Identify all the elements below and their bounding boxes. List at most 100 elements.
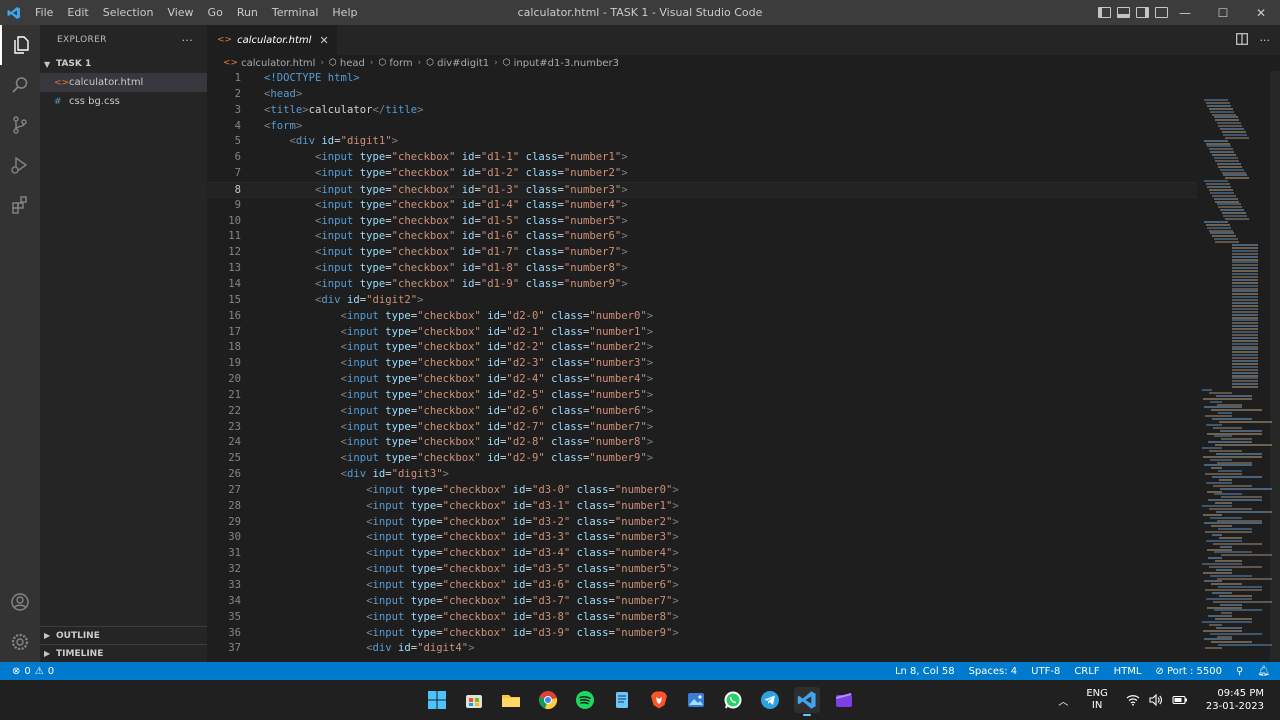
code-line[interactable]: 36 <input type="checkbox" id="d3-9" clas… — [207, 626, 1197, 642]
code-line[interactable]: 24 <input type="checkbox" id="d2-8" clas… — [207, 435, 1197, 451]
code-line[interactable]: 22 <input type="checkbox" id="d2-6" clas… — [207, 404, 1197, 420]
menu-terminal[interactable]: Terminal — [265, 0, 326, 25]
show-hidden-icons-chevron-icon[interactable]: ︿ — [1058, 693, 1068, 708]
code-line[interactable]: 21 <input type="checkbox" id="d2-5" clas… — [207, 388, 1197, 404]
minimize-button[interactable]: — — [1166, 0, 1204, 25]
run-debug-icon[interactable] — [0, 145, 40, 185]
code-line[interactable]: 30 <input type="checkbox" id="d3-3" clas… — [207, 530, 1197, 546]
code-line[interactable]: 2 <head> — [207, 87, 1197, 103]
code-line[interactable]: 1 <!DOCTYPE html> — [207, 71, 1197, 87]
minimap[interactable] — [1196, 71, 1280, 662]
live-server-port[interactable]: ⊘ Port : 5500 — [1155, 666, 1222, 677]
close-tab-icon[interactable]: ✕ — [319, 34, 328, 47]
toggle-panel-icon[interactable] — [1117, 7, 1130, 18]
code-line[interactable]: 7 <input type="checkbox" id="d1-2" class… — [207, 166, 1197, 182]
code-line[interactable]: 37 <div id="digit4"> — [207, 641, 1197, 657]
maximize-button[interactable]: ☐ — [1204, 0, 1242, 25]
indentation[interactable]: Spaces: 4 — [969, 666, 1018, 677]
toggle-primary-sidebar-icon[interactable] — [1098, 7, 1111, 18]
file-calculator-html[interactable]: <> calculator.html — [40, 73, 207, 92]
notepad-icon[interactable] — [609, 687, 635, 713]
language-mode[interactable]: HTML — [1114, 666, 1142, 677]
telegram-icon[interactable] — [757, 687, 783, 713]
clock[interactable]: 09:45 PM 23-01-2023 — [1206, 687, 1264, 713]
explorer-icon[interactable] — [0, 25, 40, 65]
code-line[interactable]: 18 <input type="checkbox" id="d2-2" clas… — [207, 340, 1197, 356]
vscode-icon[interactable] — [794, 687, 820, 716]
file-css-bg-css[interactable]: # css bg.css — [40, 92, 207, 111]
breadcrumb-head[interactable]: ⬡ head — [329, 58, 365, 69]
extensions-icon[interactable] — [0, 185, 40, 225]
code-line[interactable]: 31 <input type="checkbox" id="d3-4" clas… — [207, 546, 1197, 562]
breadcrumb-div[interactable]: ⬡ div#digit1 — [426, 58, 489, 69]
breadcrumb-file[interactable]: <> calculator.html — [223, 58, 315, 69]
code-line[interactable]: 32 <input type="checkbox" id="d3-5" clas… — [207, 562, 1197, 578]
account-icon[interactable] — [0, 582, 40, 622]
notifications-bell-icon[interactable]: 🔔︎ — [1257, 666, 1270, 677]
breadcrumb-form[interactable]: ⬡ form — [378, 58, 412, 69]
code-line[interactable]: 16 <input type="checkbox" id="d2-0" clas… — [207, 309, 1197, 325]
code-line[interactable]: 19 <input type="checkbox" id="d2-3" clas… — [207, 356, 1197, 372]
input-language[interactable]: ENG IN — [1086, 688, 1108, 712]
close-window-button[interactable]: ✕ — [1242, 0, 1280, 25]
code-line[interactable]: 27 <input type="checkbox" id="d3-0" clas… — [207, 483, 1197, 499]
source-control-icon[interactable] — [0, 105, 40, 145]
code-line[interactable]: 9 <input type="checkbox" id="d1-4" class… — [207, 198, 1197, 214]
clipchamp-icon[interactable] — [831, 687, 857, 713]
code-line[interactable]: 14 <input type="checkbox" id="d1-9" clas… — [207, 277, 1197, 293]
menu-help[interactable]: Help — [325, 0, 364, 25]
more-actions-icon[interactable]: ··· — [1260, 34, 1271, 47]
menu-go[interactable]: Go — [201, 0, 230, 25]
menu-selection[interactable]: Selection — [96, 0, 161, 25]
code-line[interactable]: 8 <input type="checkbox" id="d1-3" class… — [207, 181, 1197, 198]
code-line[interactable]: 20 <input type="checkbox" id="d2-4" clas… — [207, 372, 1197, 388]
outline-section[interactable]: ▶ OUTLINE — [40, 626, 207, 644]
code-line[interactable]: 29 <input type="checkbox" id="d3-2" clas… — [207, 515, 1197, 531]
tab-calculator-html[interactable]: <> calculator.html ✕ — [207, 25, 337, 55]
code-line[interactable]: 11 <input type="checkbox" id="d1-6" clas… — [207, 229, 1197, 245]
file-explorer-icon[interactable] — [498, 687, 524, 713]
toggle-secondary-sidebar-icon[interactable] — [1136, 7, 1149, 18]
code-line[interactable]: 15 <div id="digit2"> — [207, 293, 1197, 309]
code-line[interactable]: 4 <form> — [207, 119, 1197, 135]
code-line[interactable]: 6 <input type="checkbox" id="d1-1" class… — [207, 150, 1197, 166]
code-editor[interactable]: 1 <!DOCTYPE html> 2 <head> 3 <title>calculato… — [207, 71, 1197, 662]
code-line[interactable]: 28 <input type="checkbox" id="d3-1" clas… — [207, 499, 1197, 515]
store-icon[interactable] — [461, 687, 487, 713]
breadcrumb-input[interactable]: ⬡ input#d1-3.number3 — [503, 58, 619, 69]
code-line[interactable]: 12 <input type="checkbox" id="d1-7" clas… — [207, 245, 1197, 261]
code-line[interactable]: 34 <input type="checkbox" id="d3-7" clas… — [207, 594, 1197, 610]
code-line[interactable]: 26 <div id="digit3"> — [207, 467, 1197, 483]
settings-gear-icon[interactable] — [0, 622, 40, 662]
code-line[interactable]: 10 <input type="checkbox" id="d1-5" clas… — [207, 214, 1197, 230]
chrome-icon[interactable] — [535, 687, 561, 713]
folder-task1[interactable]: ▼ TASK 1 — [40, 55, 207, 73]
brave-icon[interactable] — [646, 687, 672, 713]
menu-run[interactable]: Run — [230, 0, 265, 25]
windows-start-icon[interactable] — [424, 687, 450, 713]
code-line[interactable]: 23 <input type="checkbox" id="d2-7" clas… — [207, 420, 1197, 436]
whatsapp-icon[interactable] — [720, 687, 746, 713]
spotify-icon[interactable] — [572, 687, 598, 713]
problems-indicator[interactable]: ⊗ 0 ⚠ 0 — [0, 666, 54, 677]
code-line[interactable]: 3 <title>calculator</title> — [207, 103, 1197, 119]
search-icon[interactable] — [0, 65, 40, 105]
menu-view[interactable]: View — [160, 0, 200, 25]
timeline-section[interactable]: ▶ TIMELINE — [40, 644, 207, 662]
code-line[interactable]: 25 <input type="checkbox" id="d2-9" clas… — [207, 451, 1197, 467]
end-of-line[interactable]: CRLF — [1074, 666, 1099, 677]
quick-settings[interactable] — [1126, 694, 1188, 706]
code-line[interactable]: 5 <div id="digit1"> — [207, 134, 1197, 150]
menu-edit[interactable]: Edit — [60, 0, 95, 25]
code-line[interactable]: 13 <input type="checkbox" id="d1-8" clas… — [207, 261, 1197, 277]
encoding[interactable]: UTF-8 — [1031, 666, 1060, 677]
code-line[interactable]: 17 <input type="checkbox" id="d2-1" clas… — [207, 325, 1197, 341]
split-editor-icon[interactable] — [1235, 32, 1248, 48]
more-actions-icon[interactable]: ··· — [182, 34, 193, 47]
photos-icon[interactable] — [683, 687, 709, 713]
menu-file[interactable]: File — [28, 0, 60, 25]
code-line[interactable]: 33 <input type="checkbox" id="d3-6" clas… — [207, 578, 1197, 594]
feedback-icon[interactable]: ⚲ — [1236, 666, 1243, 677]
code-line[interactable]: 35 <input type="checkbox" id="d3-8" clas… — [207, 610, 1197, 626]
cursor-position[interactable]: Ln 8, Col 58 — [895, 666, 955, 677]
